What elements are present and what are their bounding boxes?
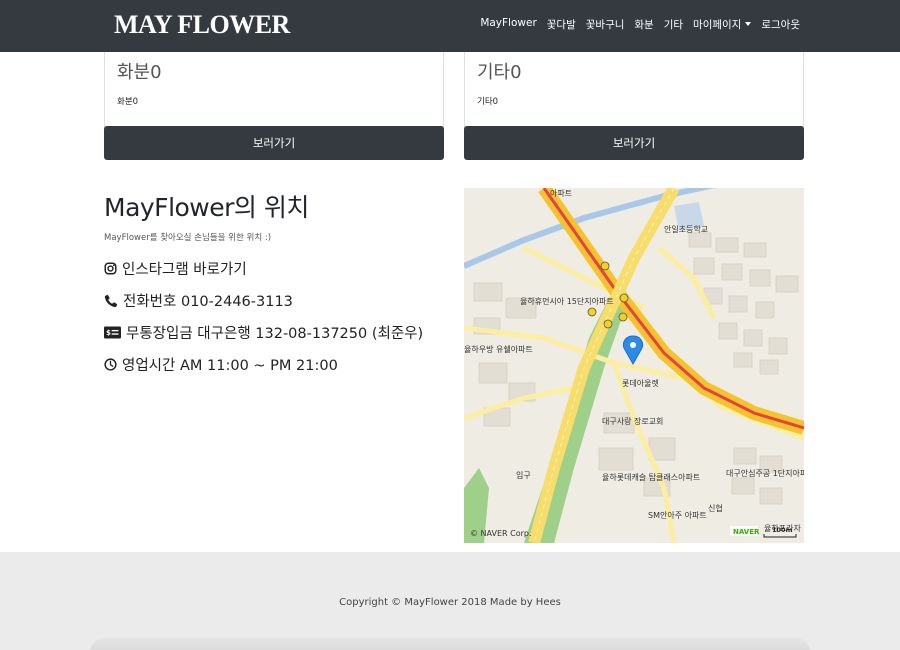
bank-label: 무통장입금 대구은행 132-08-137250 (최준우) [126, 326, 424, 342]
instagram-label: 인스타그램 바로가기 [122, 262, 247, 278]
map-label: 입구 [516, 471, 531, 480]
card-title: 기타0 [477, 62, 522, 83]
map-label: SM안아주 아파트 [648, 510, 707, 520]
view-button-etc[interactable]: 보러가기 [464, 126, 804, 160]
nav-item-mayflower[interactable]: MayFlower [480, 17, 536, 32]
location-map[interactable]: 아파트 안일초등학교 율하휴먼시아 15단지아파트 율하우방 유쉘아파트 롯데아… [464, 188, 804, 543]
nav-item-mypage-label: 마이페이지 [693, 19, 742, 31]
phone-icon [104, 294, 118, 307]
naver-logo: NAVER [733, 528, 760, 536]
nav-menu: MayFlower 꽃다발 꽃바구니 화분 기타 마이페이지 로그아웃 [480, 17, 800, 32]
map-copyright: © NAVER Corp. [470, 529, 532, 538]
map-label: 안일초등학교 [664, 224, 708, 234]
map-label: 롯데아울렛 [622, 378, 659, 388]
clock-icon [104, 358, 117, 371]
chevron-down-icon [745, 22, 752, 26]
map-label: 율하휴먼시아 15단지아파트 [520, 296, 614, 306]
nav-item-pot[interactable]: 화분 [634, 17, 653, 32]
bank-info: $ 무통장입금 대구은행 132-08-137250 (최준우) [104, 322, 423, 343]
card-title: 화분0 [117, 62, 162, 83]
nav-item-basket[interactable]: 꽃바구니 [586, 17, 625, 32]
card-text: 기타0 [477, 97, 499, 107]
nav-item-mypage[interactable]: 마이페이지 [693, 17, 752, 32]
map-label: 대구사랑 장로교회 [602, 416, 663, 426]
footer: Copyright © MayFlower 2018 Made by Hees [0, 552, 900, 650]
location-title: MayFlower의 위치 [104, 193, 309, 222]
map-scale: 100m [772, 526, 793, 534]
footer-shadow [90, 638, 810, 650]
nav-item-bouquet[interactable]: 꽃다발 [547, 17, 576, 32]
nav-item-etc[interactable]: 기타 [664, 17, 683, 32]
phone-label: 전화번호 010-2446-3113 [123, 294, 293, 310]
map-label: 신협 [708, 503, 723, 513]
footer-copyright: Copyright © MayFlower 2018 Made by Hees [339, 597, 561, 608]
hours-label: 영업시간 AM 11:00 ~ PM 21:00 [122, 358, 338, 374]
location-subtitle: MayFlower를 찾아오실 손님들을 위한 위치 :) [104, 233, 272, 243]
card-text: 화분0 [117, 97, 139, 107]
map-label: 율하롯데캐슬 탑클래스아파트 [602, 472, 700, 482]
map-label: 율하우방 유쉘아파트 [464, 344, 533, 354]
map-label: 아파트 [550, 188, 572, 198]
map-canvas: 아파트 안일초등학교 율하휴먼시아 15단지아파트 율하우방 유쉘아파트 롯데아… [464, 188, 804, 543]
nav-item-logout[interactable]: 로그아웃 [761, 17, 800, 32]
svg-text:$: $ [106, 329, 111, 337]
hours-info: 영업시간 AM 11:00 ~ PM 21:00 [104, 354, 338, 375]
map-label: 대구안심주공 1단지아파트 [726, 468, 804, 478]
view-button-pot[interactable]: 보러가기 [104, 126, 444, 160]
instagram-icon [104, 262, 117, 275]
brand-logo[interactable]: MAY FLOWER [114, 10, 290, 40]
map-marker-dot [630, 342, 636, 348]
instagram-link[interactable]: 인스타그램 바로가기 [104, 258, 247, 279]
product-card-pot: 화분0 화분0 [104, 52, 444, 127]
phone-info: 전화번호 010-2446-3113 [104, 290, 293, 311]
navbar: MAY FLOWER MayFlower 꽃다발 꽃바구니 화분 기타 마이페이… [0, 0, 900, 52]
product-card-etc: 기타0 기타0 [464, 52, 804, 127]
money-bill-icon: $ [104, 326, 121, 339]
